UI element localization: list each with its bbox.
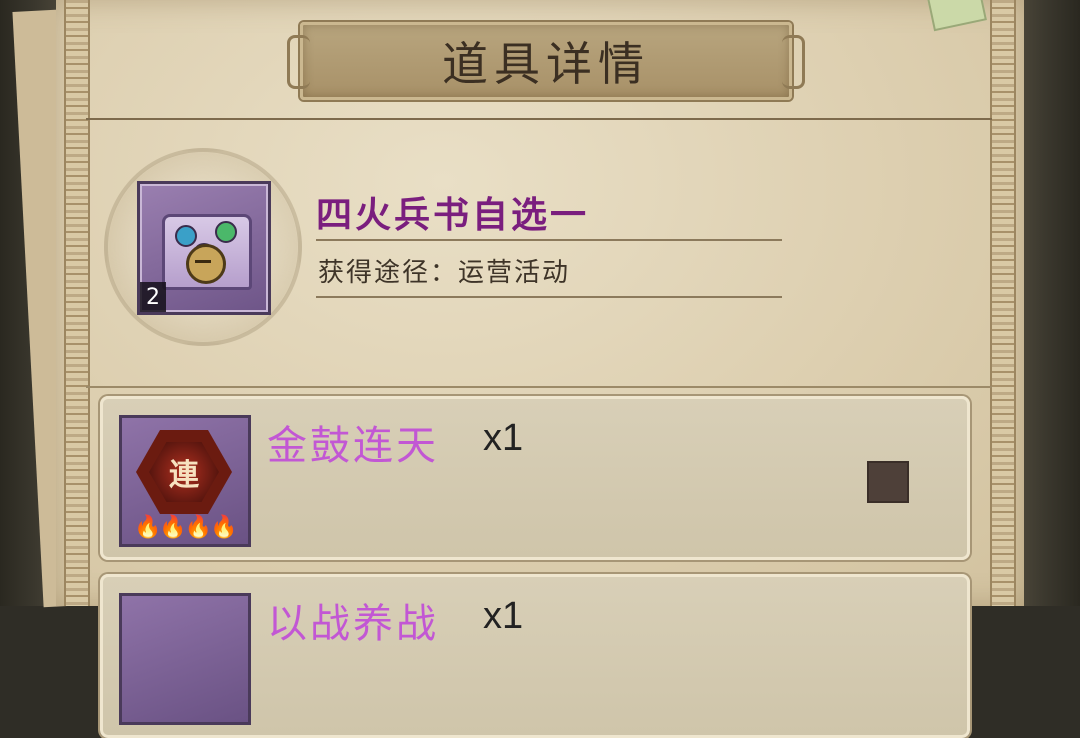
left-ornament-border — [64, 0, 90, 606]
reward-name: 金鼓连天 — [267, 423, 439, 469]
source-underline — [316, 296, 782, 298]
section-divider — [86, 386, 992, 388]
item-source: 获得途径：运营活动 — [318, 258, 571, 288]
emblem-hexagon: 連 — [136, 430, 232, 514]
skill-book-icon: 連 🔥🔥🔥🔥 — [119, 415, 251, 547]
reward-name: 以战养战 — [267, 601, 439, 647]
title-divider — [86, 118, 992, 120]
emblem-char: 連 — [149, 442, 219, 502]
right-frame — [1022, 0, 1080, 606]
skill-book-icon — [119, 593, 251, 725]
flame-rating-icon: 🔥🔥🔥🔥 — [134, 515, 238, 540]
item-count-badge: 2 — [140, 282, 166, 312]
treasure-chest-icon[interactable]: 2 — [137, 181, 271, 315]
name-underline — [316, 239, 782, 241]
corner-tab-decoration — [927, 0, 987, 32]
item-name: 四火兵书自选一 — [316, 194, 590, 236]
chest-lock-icon — [186, 244, 226, 284]
reward-option[interactable]: 連 🔥🔥🔥🔥 金鼓连天 x1 — [100, 396, 970, 560]
title-plate: 道具详情 — [287, 22, 805, 100]
blue-gem-icon — [175, 225, 197, 247]
reward-quantity: x1 — [483, 417, 524, 459]
reward-option[interactable]: 以战养战 x1 — [100, 574, 970, 738]
right-ornament-border — [990, 0, 1016, 606]
green-gem-icon — [215, 221, 237, 243]
page-title: 道具详情 — [442, 37, 650, 91]
reward-quantity: x1 — [483, 595, 524, 637]
select-checkbox[interactable] — [867, 461, 909, 503]
